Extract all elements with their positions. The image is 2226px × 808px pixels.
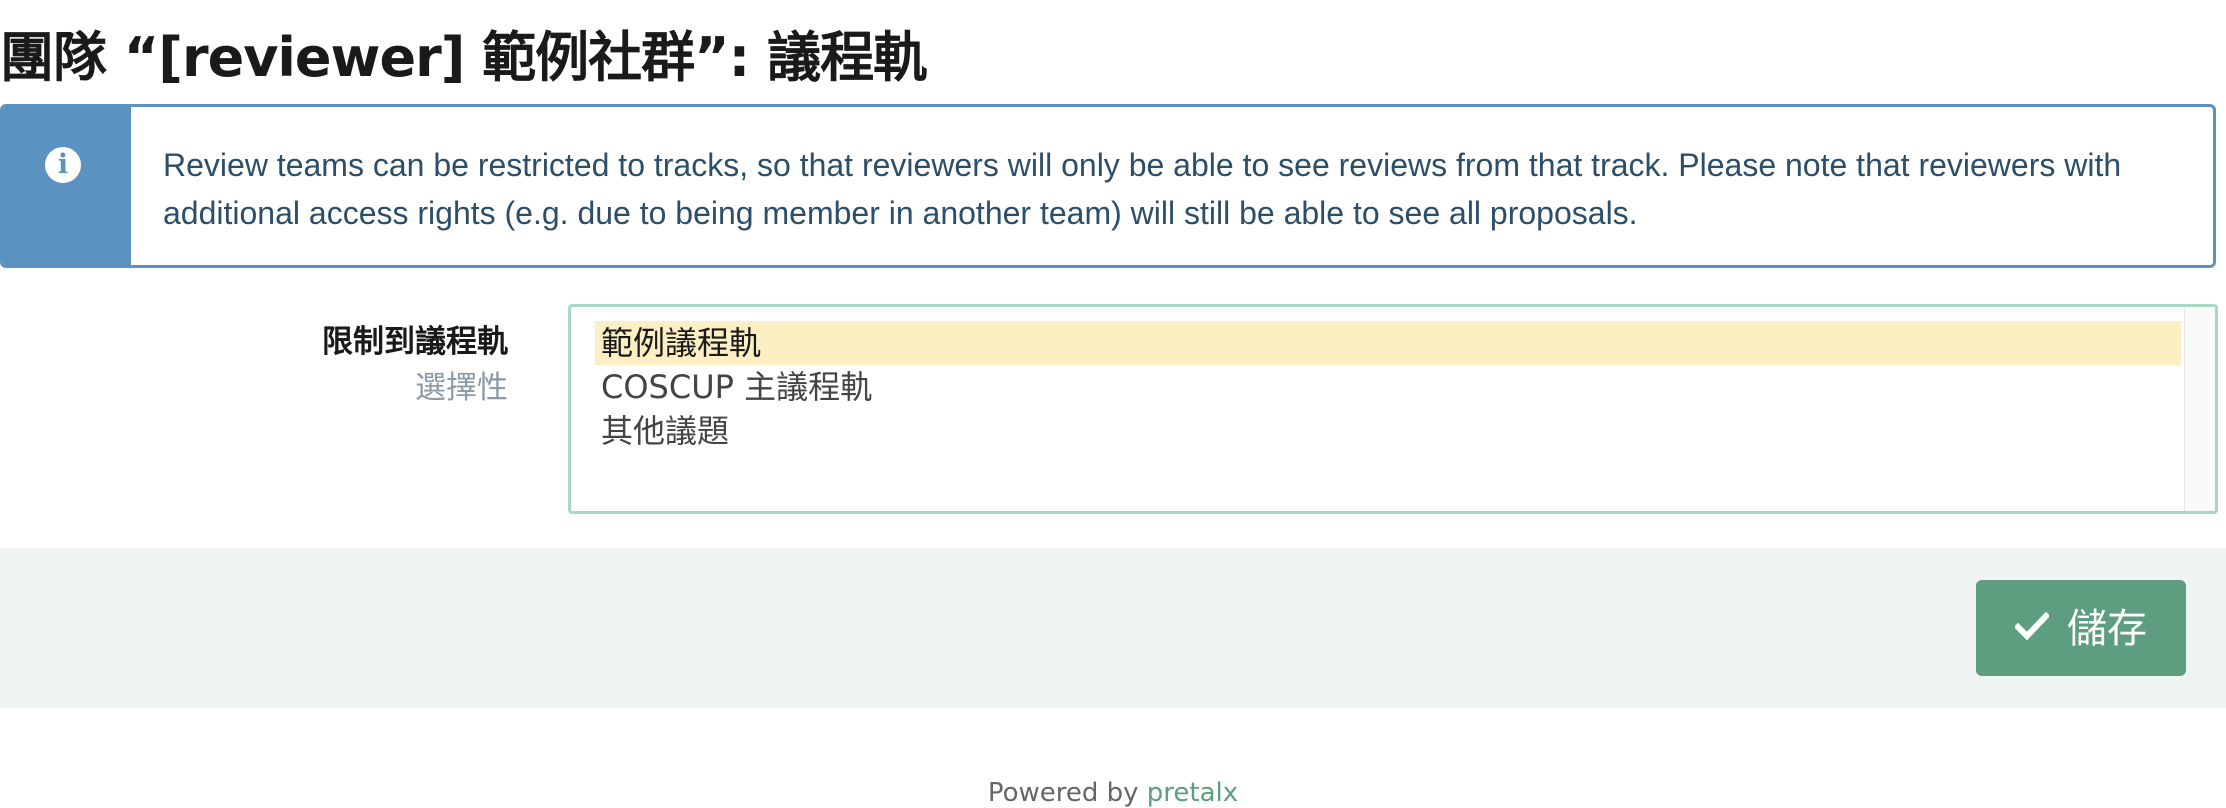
info-circle-icon: i (45, 147, 81, 183)
form-submit-bar: 儲存 (0, 548, 2226, 708)
page-title: 團隊 “[reviewer] 範例社群”: 議程軌 (0, 26, 927, 89)
info-icon-bar: i (3, 107, 131, 265)
select-scrollbar[interactable] (2184, 307, 2215, 511)
info-alert-text: Review teams can be restricted to tracks… (163, 147, 2122, 231)
footer: Powered by pretalx (0, 778, 2226, 808)
info-alert: i Review teams can be restricted to trac… (0, 104, 2216, 268)
footer-prefix: Powered by (987, 778, 1147, 808)
tracks-field-label: 限制到議程軌 (322, 324, 508, 360)
tracks-field-optional-hint: 選擇性 (415, 370, 508, 406)
save-button-label: 儲存 (2067, 606, 2147, 652)
save-button[interactable]: 儲存 (1976, 580, 2186, 676)
check-icon (2013, 579, 2051, 675)
track-option[interactable]: 其他議題 (595, 409, 2181, 453)
pretalx-link[interactable]: pretalx (1147, 778, 1238, 808)
tracks-multiselect[interactable]: 範例議程軌 COSCUP 主議程軌 其他議題 (568, 304, 2218, 514)
track-option[interactable]: 範例議程軌 (595, 321, 2181, 365)
track-option[interactable]: COSCUP 主議程軌 (595, 365, 2181, 409)
